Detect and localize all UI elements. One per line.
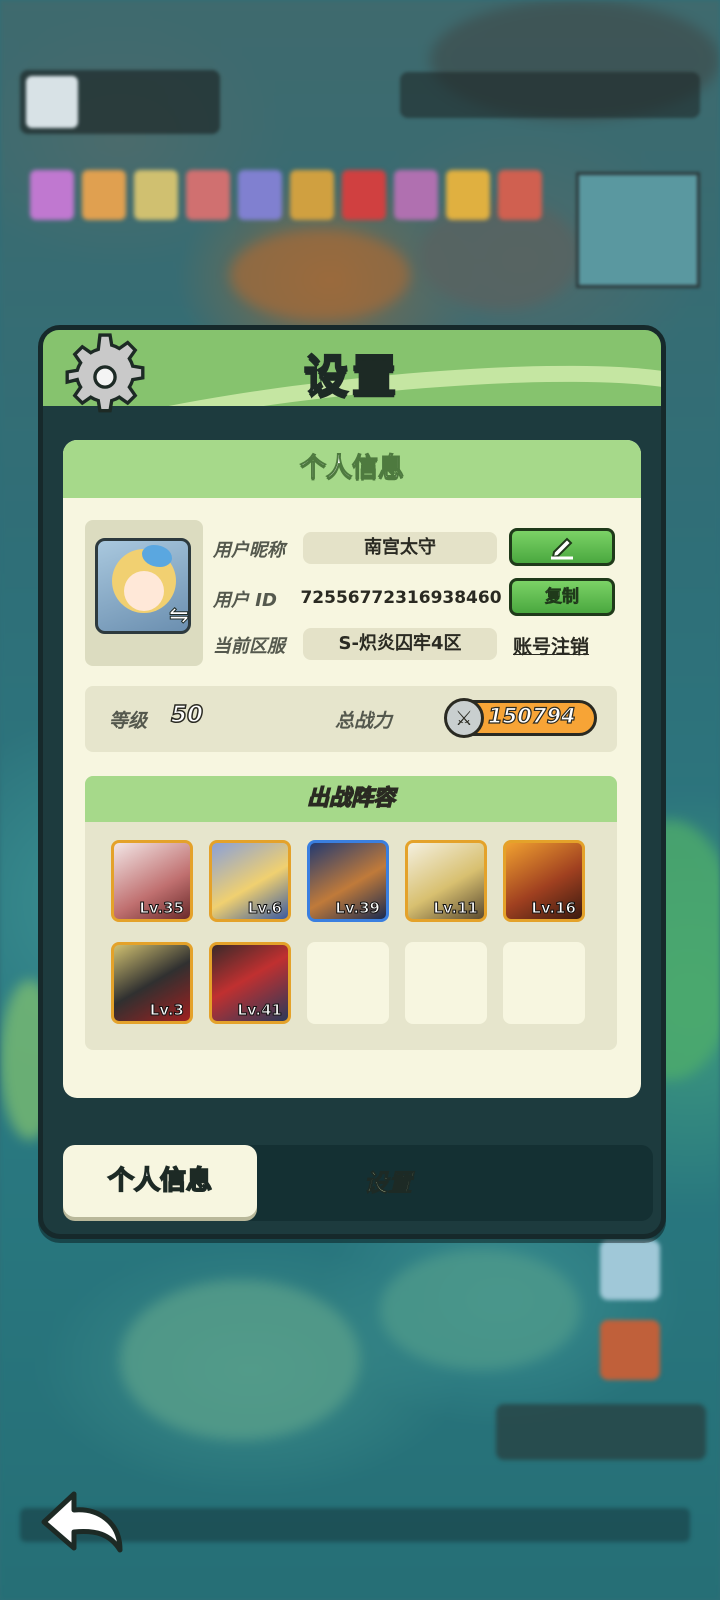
server-value: S-炽炎囚牢4区 — [303, 628, 497, 660]
profile-panel-header: 个人信息 — [63, 440, 641, 498]
pencil-icon — [551, 537, 573, 560]
lineup-header: 出战阵容 — [85, 776, 617, 822]
side-icon — [600, 1320, 660, 1380]
hero-level: Lv.16 — [531, 899, 577, 918]
swap-avatar-icon[interactable]: ⇋ — [165, 598, 193, 632]
edit-nickname-button[interactable] — [509, 528, 615, 566]
level-label: 等级 — [109, 710, 148, 732]
account-cancel-link[interactable]: 账号注销 — [513, 632, 589, 659]
power-label: 总战力 — [335, 710, 393, 732]
hero-slot[interactable]: Lv.11 — [405, 840, 487, 922]
nickname-value: 南宫太守 — [303, 532, 497, 564]
user-id-value: 72556772316938460 — [300, 588, 502, 608]
nickname-label: 用户昵称 — [213, 540, 285, 561]
crossed-swords-icon: ⚔ — [444, 698, 484, 738]
hero-level: Lv.3 — [149, 1001, 184, 1020]
power-badge: ⚔ 150794 — [444, 698, 597, 738]
tab-settings[interactable]: 设置 — [333, 1145, 443, 1221]
hero-level: Lv.39 — [335, 899, 381, 918]
empty-hero-slot[interactable] — [307, 942, 389, 1024]
side-icon — [600, 1240, 660, 1300]
hero-slot[interactable]: Lv.3 — [111, 942, 193, 1024]
tab-profile[interactable]: 个人信息 — [63, 1145, 257, 1217]
copy-id-button[interactable]: 复制 — [509, 578, 615, 616]
hero-slot[interactable]: Lv.16 — [503, 840, 585, 922]
hero-slot[interactable]: Lv.41 — [209, 942, 291, 1024]
power-value: 150794 — [487, 703, 576, 728]
server-label: 当前区服 — [213, 636, 285, 657]
hero-level: Lv.11 — [433, 899, 479, 918]
hero-level: Lv.41 — [237, 1001, 283, 1020]
settings-dialog: 设置 个人信息 ⇋ 用户昵称 南宫太守 用户 ID 72556772316938… — [38, 325, 666, 1239]
player-topbar — [20, 70, 220, 134]
user-id-label: 用户 ID — [213, 590, 277, 611]
hero-row-background — [30, 170, 542, 220]
back-arrow-icon[interactable] — [36, 1488, 128, 1556]
resource-topbar — [400, 72, 700, 118]
hero-level: Lv.6 — [247, 899, 282, 918]
minimap-background — [576, 172, 700, 288]
hero-slot[interactable]: Lv.35 — [111, 840, 193, 922]
profile-panel: 个人信息 ⇋ 用户昵称 南宫太守 用户 ID 72556772316938460… — [63, 440, 641, 1098]
hero-slot[interactable]: Lv.6 — [209, 840, 291, 922]
side-banner — [496, 1404, 706, 1460]
dialog-tabs: 个人信息 设置 — [63, 1145, 653, 1221]
level-value: 50 — [170, 701, 204, 729]
avatar-box: ⇋ — [85, 520, 203, 666]
dialog-title: 设置 — [303, 350, 400, 403]
hero-level: Lv.35 — [139, 899, 185, 918]
empty-hero-slot[interactable] — [503, 942, 585, 1024]
hero-slot[interactable]: Lv.39 — [307, 840, 389, 922]
battle-lineup: 出战阵容 Lv.35 Lv.6 Lv.39 Lv.11 Lv.16 Lv.3 L… — [85, 776, 617, 1050]
stats-row: 等级 50 总战力 ⚔ 150794 — [85, 686, 617, 752]
empty-hero-slot[interactable] — [405, 942, 487, 1024]
